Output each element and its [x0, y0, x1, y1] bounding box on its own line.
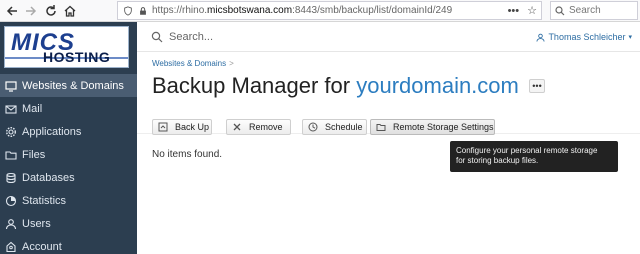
remote-storage-settings-button[interactable]: Remote Storage Settings — [370, 119, 495, 135]
database-icon — [5, 172, 17, 184]
sidebar: MICS HOSTING Websites & Domains Mail App… — [0, 22, 137, 254]
remote-storage-tooltip: Configure your personal remote storage f… — [450, 141, 618, 172]
remove-button[interactable]: Remove — [226, 119, 291, 135]
monitor-icon — [5, 80, 17, 92]
sidebar-item-statistics[interactable]: Statistics — [0, 189, 137, 212]
page-title-prefix: Backup Manager for — [152, 73, 357, 98]
sidebar-item-label: Statistics — [22, 194, 67, 207]
browser-search-input[interactable]: Search — [550, 1, 638, 20]
sidebar-item-label: Websites & Domains — [22, 79, 124, 92]
sidebar-item-applications[interactable]: Applications — [0, 120, 137, 143]
search-icon — [555, 5, 565, 15]
remove-icon — [232, 122, 242, 132]
sidebar-item-label: Files — [22, 148, 46, 161]
sidebar-item-mail[interactable]: Mail — [0, 97, 137, 120]
more-actions-button[interactable]: ••• — [529, 79, 545, 93]
address-bar[interactable]: https://rhino.micsbotswana.com:8443/smb/… — [117, 1, 542, 20]
url-suffix: :8443/smb/backup/list/domainId/249 — [292, 5, 453, 16]
url-host: micsbotswana.com — [207, 5, 293, 16]
tooltip-line-1: Configure your personal remote storage — [456, 146, 598, 155]
page-actions-icon[interactable]: ••• — [508, 5, 520, 17]
remove-label: Remove — [249, 122, 283, 132]
breadcrumb: Websites & Domains > — [152, 59, 234, 68]
sidebar-item-label: Mail — [22, 102, 43, 115]
browser-toolbar: https://rhino.micsbotswana.com:8443/smb/… — [0, 0, 640, 22]
empty-list-message: No items found. — [152, 149, 223, 160]
bookmark-star-icon[interactable]: ☆ — [527, 4, 537, 17]
sidebar-item-websites-domains[interactable]: Websites & Domains — [0, 74, 137, 97]
forward-arrow-icon[interactable] — [21, 1, 41, 21]
page-title-domain[interactable]: yourdomain.com — [356, 73, 519, 98]
user-menu[interactable]: Thomas Schleicher ▾ — [536, 32, 632, 42]
user-name: Thomas Schleicher — [548, 32, 626, 42]
browser-search-placeholder: Search — [569, 5, 601, 16]
sidebar-item-label: Databases — [22, 171, 75, 184]
backup-icon — [158, 122, 168, 132]
home-icon[interactable] — [60, 1, 80, 21]
account-icon — [5, 241, 17, 253]
schedule-button[interactable]: Schedule — [302, 119, 367, 135]
top-header: Search... Thomas Schleicher ▾ — [137, 22, 640, 52]
page-title: Backup Manager for yourdomain.com — [152, 73, 519, 99]
chevron-down-icon: ▾ — [628, 34, 632, 41]
back-up-label: Back Up — [175, 122, 210, 132]
url-prefix: https://rhino. — [152, 5, 208, 16]
gear-icon — [5, 126, 17, 138]
sidebar-item-label: Applications — [22, 125, 82, 138]
sidebar-item-users[interactable]: Users — [0, 212, 137, 235]
lock-icon — [137, 5, 149, 17]
back-up-button[interactable]: Back Up — [152, 119, 212, 135]
mail-icon — [5, 103, 17, 115]
back-arrow-icon[interactable] — [2, 1, 22, 21]
sidebar-item-label: Account — [22, 240, 62, 253]
clock-icon — [308, 122, 318, 132]
remote-storage-label: Remote Storage Settings — [393, 122, 494, 132]
sidebar-item-account[interactable]: Account — [0, 235, 137, 254]
folder-icon — [376, 122, 386, 132]
breadcrumb-link[interactable]: Websites & Domains — [152, 59, 226, 68]
shield-icon — [122, 5, 134, 17]
folder-icon — [5, 149, 17, 161]
tooltip-line-2: for storing backup files. — [456, 156, 539, 165]
global-search-input[interactable]: Search... — [151, 31, 213, 43]
main-content: Search... Thomas Schleicher ▾ Websites &… — [137, 22, 640, 254]
schedule-label: Schedule — [325, 122, 363, 132]
user-icon — [536, 33, 545, 42]
logo-text-bottom: HOSTING — [43, 49, 111, 65]
search-icon — [151, 31, 163, 43]
backup-toolbar: Back Up Remove Schedule Remote Storage S… — [137, 110, 640, 135]
global-search-placeholder: Search... — [169, 31, 214, 43]
breadcrumb-separator: > — [229, 59, 234, 68]
sidebar-item-files[interactable]: Files — [0, 143, 137, 166]
sidebar-item-databases[interactable]: Databases — [0, 166, 137, 189]
user-icon — [5, 218, 17, 230]
mics-hosting-logo[interactable]: MICS HOSTING — [4, 26, 129, 68]
reload-icon[interactable] — [41, 1, 61, 21]
statistics-icon — [5, 195, 17, 207]
sidebar-item-label: Users — [22, 217, 51, 230]
